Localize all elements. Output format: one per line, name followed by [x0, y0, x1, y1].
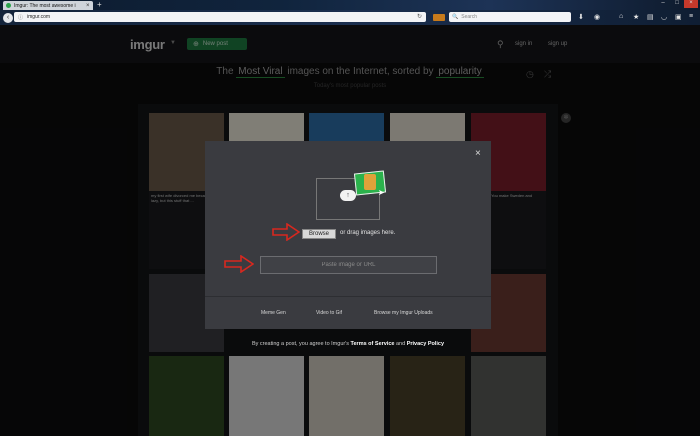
terms-prefix: By creating a post, you agree to Imgur's	[251, 341, 350, 347]
browser-search-bar[interactable]: 🔍 Search	[449, 12, 571, 22]
bookmark-star-icon[interactable]: ★	[633, 13, 639, 21]
upload-cloud-icon: ↑	[340, 190, 356, 201]
browser-nav-bar: ‹ ⓘ imgur.com ↻ 🔍 Search ⬇ ◉ ⌂ ★ ▤ ◡ ▣ ≡	[0, 10, 700, 25]
terms-of-service-link[interactable]: Terms of Service	[351, 341, 395, 347]
terms-and: and	[396, 341, 406, 347]
video-to-gif-link[interactable]: Video to Gif	[316, 310, 342, 316]
favicon-icon	[6, 3, 11, 8]
menu-icon[interactable]: ≡	[689, 13, 693, 20]
browse-button[interactable]: Browse	[302, 229, 336, 239]
browse-uploads-link[interactable]: Browse my Imgur Uploads	[374, 310, 433, 316]
modal-footer	[205, 296, 491, 329]
cursor-icon: ➤	[378, 188, 385, 197]
search-icon: 🔍	[452, 14, 459, 20]
close-window-icon[interactable]: ×	[684, 0, 698, 8]
close-tab-icon[interactable]: ×	[86, 3, 90, 9]
info-icon[interactable]: ⓘ	[18, 14, 23, 21]
minimize-icon[interactable]: –	[656, 0, 670, 8]
meme-gen-link[interactable]: Meme Gen	[261, 310, 286, 316]
browser-tab-strip: Imgur: The most awesome i × + – □ ×	[0, 0, 700, 10]
search-placeholder: Search	[461, 14, 478, 20]
extension-icon[interactable]: ◉	[594, 13, 600, 21]
privacy-policy-link[interactable]: Privacy Policy	[407, 341, 444, 347]
addon-icon[interactable]	[433, 14, 445, 21]
tab-title: Imgur: The most awesome i	[14, 2, 76, 9]
bookmarks-icon[interactable]: ▤	[647, 13, 654, 21]
close-icon[interactable]: ×	[475, 148, 481, 159]
browser-tab[interactable]: Imgur: The most awesome i ×	[3, 1, 93, 10]
red-arrow-icon	[272, 223, 300, 241]
url-text: imgur.com	[27, 14, 51, 20]
home-icon[interactable]: ⌂	[619, 13, 623, 20]
new-tab-icon[interactable]: +	[97, 0, 102, 9]
paste-url-input[interactable]	[260, 256, 437, 274]
back-icon[interactable]: ‹	[3, 12, 13, 23]
screenshot-icon[interactable]: ▣	[675, 13, 682, 21]
pocket-icon[interactable]: ◡	[661, 13, 667, 21]
red-arrow-icon	[224, 255, 254, 273]
download-icon[interactable]: ⬇	[578, 13, 584, 21]
terms-notice: By creating a post, you agree to Imgur's…	[205, 341, 491, 347]
drag-hint: or drag images here.	[340, 230, 396, 236]
reload-icon[interactable]: ↻	[417, 13, 422, 20]
maximize-icon[interactable]: □	[670, 0, 684, 8]
address-bar[interactable]: ⓘ imgur.com ↻	[14, 12, 426, 22]
giraffe-image-icon	[364, 174, 376, 190]
